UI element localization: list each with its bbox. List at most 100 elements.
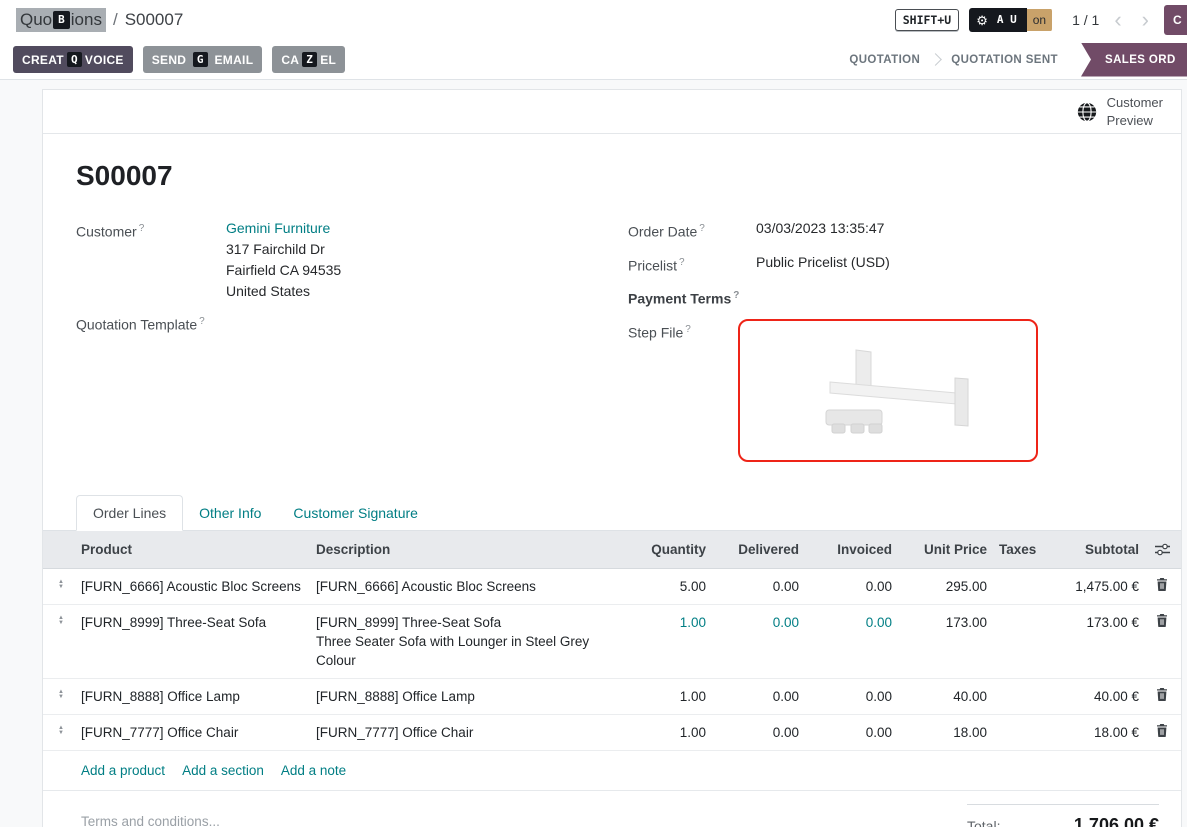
cell-taxes[interactable] [991, 569, 1037, 585]
step-file-label: Step File? [628, 319, 738, 344]
customer-link[interactable]: Gemini Furniture [226, 218, 341, 239]
pager-prev-icon[interactable]: ‹ [1109, 9, 1126, 31]
cell-unit-price[interactable]: 173.00 [896, 605, 991, 640]
cell-description[interactable]: [FURN_8888] Office Lamp [314, 679, 620, 714]
drag-handle-icon[interactable]: ▲▼ [43, 605, 79, 634]
send-email-label-right: EMAIL [211, 53, 253, 67]
customer-preview-button[interactable]: Customer Preview [1076, 94, 1163, 129]
delete-row-button[interactable] [1143, 605, 1181, 635]
cell-quantity[interactable]: 1.00 [620, 605, 710, 640]
delete-row-button[interactable] [1143, 679, 1181, 709]
cancel-label-right: EL [320, 53, 336, 67]
cell-product[interactable]: [FURN_7777] Office Chair [79, 715, 314, 750]
pricelist-value[interactable]: Public Pricelist (USD) [756, 252, 890, 273]
cell-invoiced[interactable]: 0.00 [803, 679, 896, 714]
order-date-label: Order Date? [628, 218, 756, 243]
cell-subtotal: 173.00 € [1037, 605, 1143, 640]
order-date-value[interactable]: 03/03/2023 13:35:47 [756, 218, 884, 239]
field-order-date: Order Date? 03/03/2023 13:35:47 [628, 218, 1148, 243]
header-delivered: Delivered [710, 531, 803, 568]
cell-quantity[interactable]: 1.00 [620, 679, 710, 714]
cell-unit-price[interactable]: 40.00 [896, 679, 991, 714]
table-row[interactable]: ▲▼ [FURN_7777] Office Chair [FURN_7777] … [43, 715, 1181, 751]
header-invoiced: Invoiced [803, 531, 896, 568]
header-quantity: Quantity [620, 531, 710, 568]
optional-columns-icon[interactable] [1143, 534, 1181, 565]
cell-unit-price[interactable]: 18.00 [896, 715, 991, 750]
status-pipeline: QUOTATION QUOTATION SENT SALES ORD [834, 40, 1187, 79]
cell-subtotal: 40.00 € [1037, 679, 1143, 714]
cell-description[interactable]: [FURN_7777] Office Chair [314, 715, 620, 750]
cell-product[interactable]: [FURN_8999] Three-Seat Sofa [79, 605, 314, 640]
table-row[interactable]: ▲▼ [FURN_6666] Acoustic Bloc Screens [FU… [43, 569, 1181, 605]
cell-delivered[interactable]: 0.00 [710, 679, 803, 714]
cell-delivered[interactable]: 0.00 [710, 715, 803, 750]
add-note-link[interactable]: Add a note [281, 763, 346, 778]
cell-invoiced[interactable]: 0.00 [803, 605, 896, 640]
breadcrumb-quotations-right: ions [71, 10, 102, 30]
delete-row-button[interactable] [1143, 715, 1181, 745]
cell-quantity[interactable]: 1.00 [620, 715, 710, 750]
table-row[interactable]: ▲▼ [FURN_8888] Office Lamp [FURN_8888] O… [43, 679, 1181, 715]
create-invoice-button[interactable]: CREATQVOICE [13, 46, 133, 73]
status-quotation-sent[interactable]: QUOTATION SENT [936, 54, 1073, 66]
cancel-hint-badge: Z [302, 52, 317, 67]
header-subtotal: Subtotal [1037, 531, 1143, 568]
send-email-button[interactable]: SEND G EMAIL [143, 46, 263, 73]
cell-description[interactable]: [FURN_6666] Acoustic Bloc Screens [314, 569, 620, 604]
cell-subtotal: 1,475.00 € [1037, 569, 1143, 604]
record-title: S00007 [76, 160, 1148, 192]
table-row[interactable]: ▲▼ [FURN_8999] Three-Seat Sofa [FURN_899… [43, 605, 1181, 679]
field-payment-terms: Payment Terms? [628, 285, 1148, 310]
tab-other-info[interactable]: Other Info [183, 496, 277, 530]
terms-and-conditions-input[interactable]: Terms and conditions... [81, 804, 220, 827]
header-description: Description [314, 531, 620, 568]
customer-value[interactable]: Gemini Furniture 317 Fairchild Dr Fairfi… [226, 218, 341, 302]
help-icon: ? [699, 223, 705, 234]
help-icon: ? [199, 316, 205, 327]
add-section-link[interactable]: Add a section [182, 763, 264, 778]
pager-next-icon[interactable]: › [1137, 9, 1154, 31]
delete-row-button[interactable] [1143, 569, 1181, 599]
shortcut-hint-badge: B [53, 11, 70, 28]
form-sheet: Customer Preview S00007 Customer? Gemini… [42, 89, 1182, 827]
status-quotation[interactable]: QUOTATION [834, 54, 935, 66]
sheet-body: S00007 Customer? Gemini Furniture 317 Fa… [43, 134, 1181, 531]
cancel-button[interactable]: CAZEL [272, 46, 345, 73]
cell-taxes[interactable] [991, 605, 1037, 621]
action-buttons: CREATQVOICE SEND G EMAIL CAZEL [13, 46, 345, 73]
globe-icon [1076, 101, 1098, 123]
action-menu-button[interactable]: ⚙A U on [969, 8, 1052, 31]
send-email-label-left: SEND [152, 53, 190, 67]
tab-order-lines[interactable]: Order Lines [76, 495, 183, 531]
cell-invoiced[interactable]: 0.00 [803, 715, 896, 750]
sheet-header-strip: Customer Preview [43, 90, 1181, 134]
cell-product[interactable]: [FURN_8888] Office Lamp [79, 679, 314, 714]
cell-invoiced[interactable]: 0.00 [803, 569, 896, 604]
fields-right-column: Order Date? 03/03/2023 13:35:47 Pricelis… [628, 218, 1148, 471]
help-icon: ? [679, 257, 685, 268]
corner-create-button[interactable]: C [1164, 5, 1187, 35]
step-file-image[interactable] [738, 319, 1038, 462]
breadcrumb-quotations[interactable]: QuoBions [16, 8, 106, 32]
table-header-row: Product Description Quantity Delivered I… [43, 531, 1181, 569]
order-lines-table: Product Description Quantity Delivered I… [43, 531, 1181, 751]
cell-delivered[interactable]: 0.00 [710, 605, 803, 640]
cell-taxes[interactable] [991, 679, 1037, 695]
tab-customer-signature[interactable]: Customer Signature [277, 496, 434, 530]
cell-quantity[interactable]: 5.00 [620, 569, 710, 604]
step-file-3d-render [768, 334, 1008, 446]
cell-description[interactable]: [FURN_8999] Three-Seat SofaThree Seater … [314, 605, 620, 678]
cell-delivered[interactable]: 0.00 [710, 569, 803, 604]
add-product-link[interactable]: Add a product [81, 763, 165, 778]
drag-handle-icon[interactable]: ▲▼ [43, 715, 79, 744]
cell-unit-price[interactable]: 295.00 [896, 569, 991, 604]
cell-taxes[interactable] [991, 715, 1037, 731]
drag-handle-icon[interactable]: ▲▼ [43, 569, 79, 598]
header-taxes: Taxes [991, 531, 1037, 568]
cell-product[interactable]: [FURN_6666] Acoustic Bloc Screens [79, 569, 314, 604]
table-add-links: Add a product Add a section Add a note [43, 751, 1181, 791]
drag-handle-icon[interactable]: ▲▼ [43, 679, 79, 708]
breadcrumb-record: S00007 [125, 10, 184, 30]
field-step-file: Step File? [628, 319, 1148, 462]
